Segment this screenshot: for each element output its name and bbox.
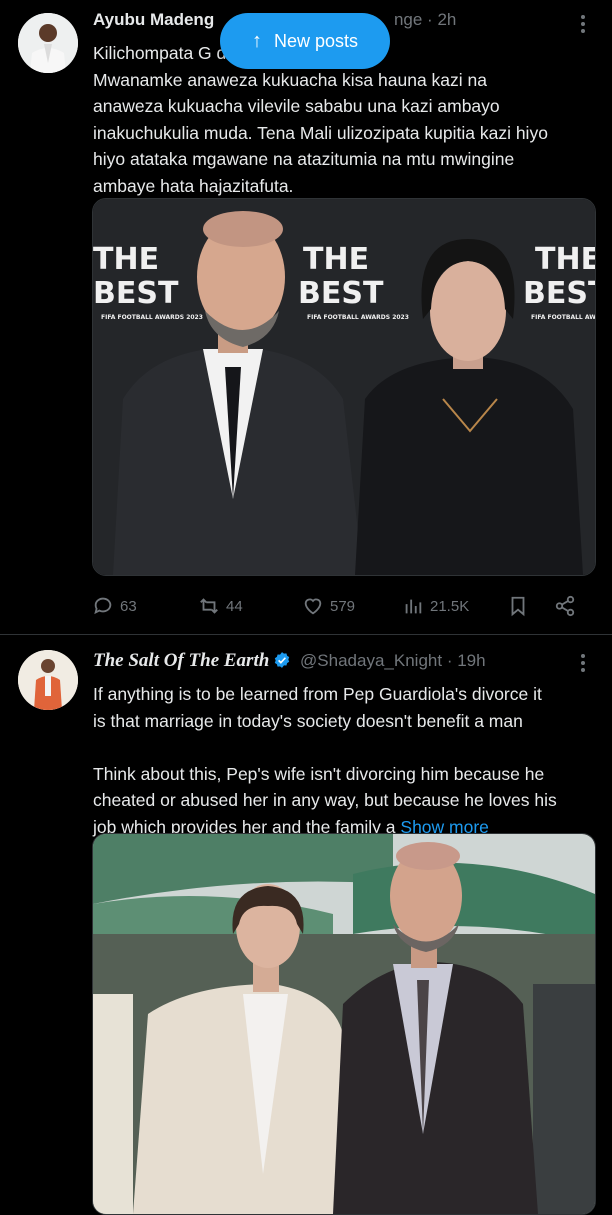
more-options-icon[interactable]	[576, 14, 590, 34]
author-avatar[interactable]	[18, 650, 78, 710]
svg-text:FIFA FOOTBALL AWARDS: FIFA FOOTBALL AWARDS	[531, 314, 595, 321]
views-icon	[405, 599, 422, 614]
tweet-text: If anything is to be learned from Pep Gu…	[93, 681, 593, 840]
author-handle[interactable]: @Shadaya_Knight	[300, 651, 442, 670]
avatar-photo	[18, 13, 78, 73]
svg-text:THE: THE	[535, 242, 595, 277]
heart-icon	[304, 598, 322, 615]
author-handle[interactable]: nge	[394, 10, 422, 29]
awards-photo: THE BEST FIFA FOOTBALL AWARDS 2023 THE B…	[93, 199, 595, 575]
avatar-photo	[18, 650, 78, 710]
repost-icon	[200, 598, 218, 614]
svg-text:BEST: BEST	[298, 276, 384, 311]
backdrop-subtitle: FIFA FOOTBALL AWARDS 2023	[101, 314, 203, 321]
tweet-time[interactable]: 2h	[437, 10, 456, 29]
new-posts-button[interactable]: ↑ New posts	[220, 13, 390, 69]
views-button[interactable]: 21.5K	[402, 592, 469, 620]
tweet-actions: 63 44 579 21.5K	[92, 592, 592, 620]
couple-photo	[93, 834, 595, 1214]
like-count: 579	[330, 597, 356, 615]
bookmark-icon	[511, 596, 525, 617]
arrow-up-icon: ↑	[251, 29, 262, 52]
svg-text:FIFA FOOTBALL AWARDS 2023: FIFA FOOTBALL AWARDS 2023	[307, 314, 409, 321]
author-name[interactable]: Ayubu Madeng	[93, 10, 214, 29]
share-button[interactable]	[554, 592, 582, 620]
tweet-2[interactable]: The Salt Of The Earth @Shadaya_Knight · …	[0, 635, 612, 1215]
verified-badge-icon	[275, 652, 290, 668]
tweet-body: If anything is to be learned from Pep Gu…	[93, 684, 557, 837]
reply-icon	[94, 597, 112, 615]
repost-count: 44	[226, 597, 243, 615]
tweet-time[interactable]: 19h	[457, 651, 485, 670]
more-options-icon[interactable]	[576, 653, 590, 673]
reply-button[interactable]: 63	[92, 592, 137, 620]
author-name[interactable]: The Salt Of The Earth	[93, 650, 269, 671]
repost-button[interactable]: 44	[198, 592, 243, 620]
separator-dot: ·	[427, 10, 433, 29]
view-count: 21.5K	[430, 597, 470, 615]
svg-text:BEST: BEST	[93, 276, 179, 311]
author-avatar[interactable]	[18, 13, 78, 73]
svg-text:BEST: BEST	[523, 276, 595, 311]
svg-text:THE: THE	[303, 242, 369, 277]
backdrop-logo-text: THE	[93, 242, 159, 277]
tweet-image[interactable]: THE BEST FIFA FOOTBALL AWARDS 2023 THE B…	[92, 198, 596, 576]
new-posts-label: New posts	[273, 30, 359, 51]
separator-dot: ·	[446, 651, 453, 670]
like-button[interactable]: 579	[302, 592, 355, 620]
bookmark-button[interactable]	[507, 592, 535, 620]
tweet-1[interactable]: Ayubu Madeng nge · 2h Kilichompata G dis…	[0, 0, 612, 635]
share-icon	[555, 595, 575, 617]
tweet-header: The Salt Of The Earth @Shadaya_Knight · …	[93, 650, 582, 676]
tweet-image[interactable]	[92, 833, 596, 1215]
reply-count: 63	[120, 597, 137, 615]
